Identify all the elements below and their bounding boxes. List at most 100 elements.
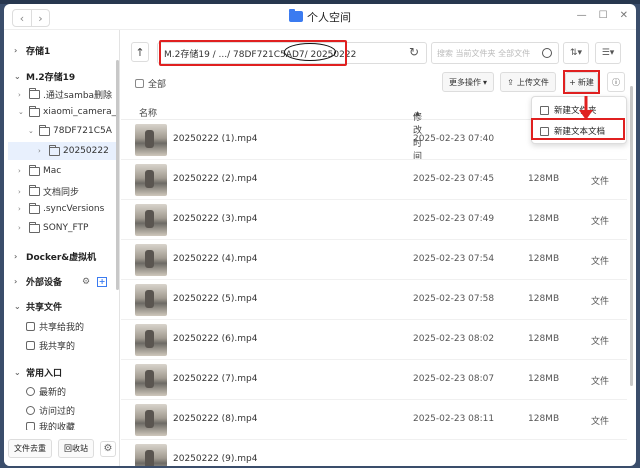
upload-button[interactable]: ⇪ 上传文件 <box>500 72 556 92</box>
folder-play-icon <box>540 105 549 115</box>
up-arrow-icon[interactable]: ↑ <box>131 42 149 62</box>
sidebar-item-shared-with-me[interactable]: 共享给我的 <box>26 320 84 333</box>
video-thumbnail <box>135 364 167 396</box>
recycle-bin-button[interactable]: 回收站 <box>58 439 94 458</box>
red-arrow-annotation <box>579 96 593 120</box>
folder-icon <box>29 221 40 233</box>
chevron-down-icon: ⌄ <box>14 368 21 377</box>
search-placeholder: 搜索 当前文件夹 全部文件 <box>437 48 531 58</box>
folder-icon <box>39 124 50 136</box>
add-icon[interactable]: + <box>97 276 108 287</box>
window-title-text: 个人空间 <box>307 10 351 24</box>
share-icon <box>26 322 35 331</box>
chevron-right-icon: › <box>38 147 41 155</box>
chevron-right-icon: › <box>18 90 21 99</box>
table-row[interactable]: 20250222 (8).mp4 2025-02-23 08:11 128MB … <box>121 400 627 440</box>
video-thumbnail <box>135 444 167 466</box>
folder-icon <box>29 105 40 117</box>
path-oval-annotation <box>284 43 336 61</box>
tree-item-mac[interactable]: › Mac <box>18 164 61 176</box>
back-icon[interactable]: ‹ <box>13 10 31 26</box>
chevron-right-icon: › <box>18 205 21 213</box>
select-all[interactable]: 全部 <box>135 77 166 90</box>
main-panel: ↑ M.2存储19 / .../ 78DF721C5AD7/ 20250222 … <box>121 30 636 466</box>
history-icon <box>26 406 35 415</box>
tree-item-sync-versions[interactable]: › .syncVersions <box>18 202 104 214</box>
sidebar-scrollbar[interactable] <box>116 60 119 290</box>
window-controls: — ☐ ✕ <box>577 10 628 21</box>
sidebar-section-external[interactable]: › 外部设备 ⚙ + <box>14 275 108 288</box>
chevron-right-icon: › <box>14 277 18 286</box>
sort-asc-icon: ▲ <box>415 110 420 117</box>
video-thumbnail <box>135 324 167 356</box>
main-scrollbar[interactable] <box>630 86 633 386</box>
chevron-down-icon: ⌄ <box>14 72 21 81</box>
minimize-icon[interactable]: — <box>577 10 587 21</box>
sidebar-item-visited[interactable]: 访问过的 <box>26 404 75 417</box>
table-row[interactable]: 20250222 (6).mp4 2025-02-23 08:02 128MB … <box>121 320 627 360</box>
tree-item-samba-deleted[interactable]: › .通过samba删除 <box>18 88 112 101</box>
table-row[interactable]: 20250222 (3).mp4 2025-02-23 07:49 128MB … <box>121 200 627 240</box>
chevron-right-icon: › <box>18 224 21 232</box>
table-row[interactable]: 20250222 (9).mp4 <box>121 440 627 466</box>
video-thumbnail <box>135 204 167 236</box>
chevron-down-icon: ⌄ <box>28 127 34 135</box>
sidebar-item-recent[interactable]: 最新的 <box>26 385 66 398</box>
folder-icon <box>29 164 40 176</box>
sidebar-section-m2[interactable]: ⌄ M.2存储19 <box>14 70 75 83</box>
tree-item-sony-ftp[interactable]: › SONY_FTP <box>18 221 88 233</box>
sidebar-section-docker[interactable]: › Docker&虚拟机 <box>14 250 96 263</box>
video-thumbnail <box>135 244 167 276</box>
sidebar-footer: 文件去重 回收站 ⚙ <box>8 439 116 458</box>
info-icon[interactable]: ⓘ <box>607 72 625 92</box>
tree-item-78df721c5a[interactable]: ⌄ 78DF721C5A <box>28 124 112 136</box>
upload-icon: ⇪ <box>507 77 514 87</box>
gear-icon[interactable]: ⚙ <box>82 277 90 287</box>
tree-item-doc-sync[interactable]: › 文档同步 <box>18 185 79 198</box>
folder-icon <box>29 185 40 196</box>
chevron-right-icon: › <box>14 252 18 261</box>
more-actions-button[interactable]: 更多操作 ▾ <box>442 72 494 92</box>
folder-icon <box>289 9 303 22</box>
sidebar-section-shared[interactable]: ⌄ 共享文件 <box>14 300 62 313</box>
sort-icon: ⇅▾ <box>569 48 583 58</box>
sidebar-section-common[interactable]: ⌄ 常用入口 <box>14 366 62 379</box>
chevron-right-icon: › <box>14 46 18 55</box>
folder-icon <box>49 144 60 156</box>
dedupe-button[interactable]: 文件去重 <box>8 439 52 458</box>
maximize-icon[interactable]: ☐ <box>599 10 608 21</box>
chevron-down-icon: ⌄ <box>18 108 24 116</box>
share-icon <box>26 341 35 350</box>
table-row[interactable]: 20250222 (5).mp4 2025-02-23 07:58 128MB … <box>121 280 627 320</box>
table-row[interactable]: 20250222 (4).mp4 2025-02-23 07:54 128MB … <box>121 240 627 280</box>
close-icon[interactable]: ✕ <box>620 10 628 21</box>
table-row[interactable]: 20250222 (7).mp4 2025-02-23 08:07 128MB … <box>121 360 627 400</box>
sidebar-item-favorites[interactable]: 我的收藏 <box>26 422 75 430</box>
folder-icon <box>29 202 40 214</box>
col-name-header[interactable]: 名称 <box>139 106 157 119</box>
chevron-down-icon: ⌄ <box>14 302 21 311</box>
list-icon: ☰▾ <box>601 48 615 58</box>
window-title: 个人空间 <box>289 9 351 25</box>
forward-icon[interactable]: › <box>31 10 49 26</box>
chevron-right-icon: › <box>18 167 21 175</box>
tree-item-xiaomi-camera[interactable]: ⌄ xiaomi_camera_ <box>18 105 116 117</box>
search-input[interactable]: 搜索 当前文件夹 全部文件 <box>431 42 559 64</box>
checkbox[interactable] <box>135 79 144 88</box>
sort-view-button[interactable]: ⇅▾ <box>563 42 589 64</box>
file-manager-window: ‹ › 个人空间 — ☐ ✕ › 存储1 ⌄ M.2存储19 › .通过samb… <box>4 4 636 466</box>
tree-item-20250222[interactable]: › 20250222 <box>8 142 116 160</box>
settings-gear-icon[interactable]: ⚙ <box>100 440 116 457</box>
sidebar-item-my-shares[interactable]: 我共享的 <box>26 339 75 352</box>
chevron-right-icon: › <box>18 187 21 196</box>
table-row[interactable]: 20250222 (2).mp4 2025-02-23 07:45 128MB … <box>121 160 627 200</box>
list-view-button[interactable]: ☰▾ <box>595 42 621 64</box>
video-thumbnail <box>135 164 167 196</box>
sidebar-section-storage1[interactable]: › 存储1 <box>14 44 50 57</box>
folder-icon <box>29 88 40 99</box>
search-icon[interactable] <box>542 48 552 58</box>
sidebar: › 存储1 ⌄ M.2存储19 › .通过samba删除 ⌄ xiaomi_ca… <box>4 30 120 466</box>
refresh-icon[interactable]: ↻ <box>409 45 419 59</box>
nav-buttons: ‹ › <box>12 9 50 27</box>
star-icon <box>26 422 35 430</box>
